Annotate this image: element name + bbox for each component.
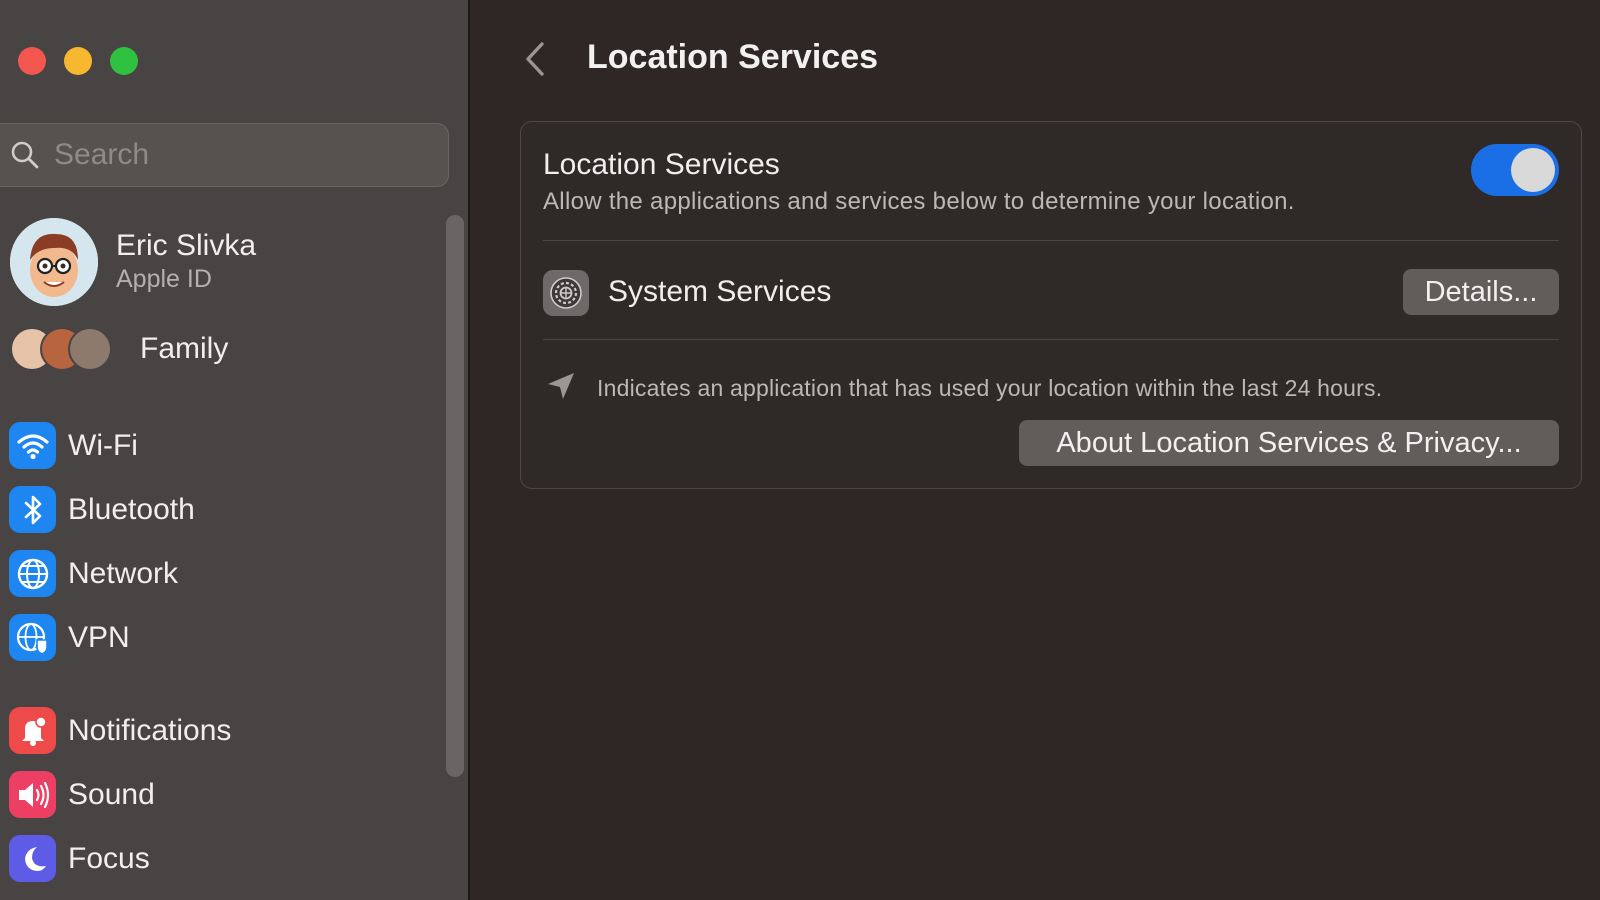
divider — [543, 339, 1559, 340]
moon-icon — [9, 835, 56, 882]
sidebar-scrollbar[interactable] — [446, 215, 464, 777]
location-services-description: Allow the applications and services belo… — [543, 188, 1295, 215]
chevron-left-icon — [526, 42, 544, 76]
minimize-window-button[interactable] — [64, 47, 92, 75]
apple-id-profile[interactable]: Eric Slivka Apple ID — [10, 218, 256, 306]
zoom-window-button[interactable] — [110, 47, 138, 75]
sidebar: Eric Slivka Apple ID Family Wi-Fi — [0, 0, 470, 900]
close-window-button[interactable] — [18, 47, 46, 75]
location-arrow-icon — [545, 370, 577, 407]
search-field[interactable] — [0, 123, 449, 187]
sidebar-item-sound[interactable]: Sound — [9, 771, 155, 818]
memoji-avatar-icon — [10, 218, 98, 306]
sidebar-item-family[interactable]: Family — [10, 327, 228, 371]
system-services-label: System Services — [608, 275, 832, 308]
window-controls — [18, 47, 138, 75]
bluetooth-icon — [9, 486, 56, 533]
toggle-knob — [1511, 148, 1555, 192]
sidebar-item-label: Focus — [68, 841, 150, 875]
divider — [543, 240, 1559, 241]
location-services-title: Location Services — [543, 148, 780, 181]
bell-icon — [9, 707, 56, 754]
location-services-toggle[interactable] — [1471, 144, 1559, 196]
sidebar-item-vpn[interactable]: VPN — [9, 614, 130, 661]
sidebar-item-label: Wi-Fi — [68, 428, 138, 462]
sidebar-item-label: Sound — [68, 777, 155, 811]
details-button[interactable]: Details... — [1403, 269, 1559, 315]
search-input[interactable] — [54, 138, 414, 172]
sidebar-item-network[interactable]: Network — [9, 550, 178, 597]
sidebar-item-label: Family — [140, 332, 229, 365]
location-usage-info: Indicates an application that has used y… — [597, 375, 1383, 401]
sidebar-item-notifications[interactable]: Notifications — [9, 707, 231, 754]
back-button[interactable] — [520, 40, 550, 83]
wifi-icon — [9, 422, 56, 469]
family-avatars — [10, 327, 115, 371]
main-content: Location Services Location Services Allo… — [472, 0, 1600, 900]
speaker-icon — [9, 771, 56, 818]
sidebar-item-label: Notifications — [68, 713, 232, 747]
search-icon — [11, 141, 39, 169]
sidebar-item-focus[interactable]: Focus — [9, 835, 150, 882]
sidebar-item-bluetooth[interactable]: Bluetooth — [9, 486, 195, 533]
system-settings-gear-icon — [543, 270, 589, 316]
profile-name: Eric Slivka — [116, 229, 257, 262]
sidebar-item-label: Bluetooth — [68, 492, 195, 526]
sidebar-item-label: VPN — [68, 620, 130, 654]
page-title: Location Services — [587, 38, 879, 76]
family-member-avatar — [68, 327, 112, 371]
location-services-panel: Location Services Allow the applications… — [520, 121, 1582, 489]
profile-subtitle: Apple ID — [116, 265, 212, 293]
about-location-privacy-button[interactable]: About Location Services & Privacy... — [1019, 420, 1559, 466]
avatar — [10, 218, 98, 306]
globe-icon — [9, 550, 56, 597]
vpn-globe-icon — [9, 614, 56, 661]
sidebar-item-label: Network — [68, 556, 179, 590]
sidebar-item-wifi[interactable]: Wi-Fi — [9, 422, 138, 469]
